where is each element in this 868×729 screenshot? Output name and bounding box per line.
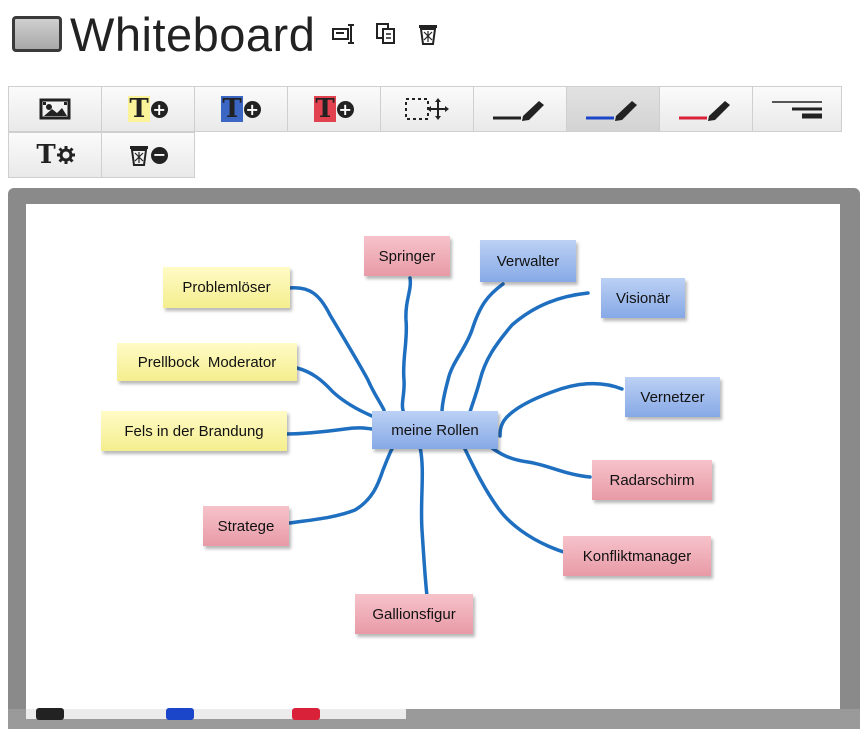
note-stratege[interactable]: Stratege: [203, 506, 289, 546]
connector-konfliktmanager: [462, 445, 566, 554]
connector-visionaer: [468, 291, 590, 414]
marker-tray-ledge: [26, 709, 406, 719]
blue-marker-icon[interactable]: [166, 708, 194, 720]
note-springer[interactable]: Springer: [364, 236, 450, 276]
note-meine-rollen[interactable]: meine Rollen: [372, 411, 498, 449]
note-gallionsfigur[interactable]: Gallionsfigur: [355, 594, 473, 634]
connector-prellbock: [295, 366, 374, 418]
black-marker-icon[interactable]: [36, 708, 64, 720]
connector-springer: [400, 276, 413, 415]
connector-stratege: [288, 445, 395, 525]
connector-vernetzer: [498, 381, 624, 438]
note-radarschirm[interactable]: Radarschirm: [592, 460, 712, 500]
connector-radarschirm: [485, 442, 592, 479]
red-marker-icon[interactable]: [292, 708, 320, 720]
note-vernetzer[interactable]: Vernetzer: [625, 377, 720, 417]
note-visionaer[interactable]: Visionär: [601, 278, 685, 318]
note-prellbock-moderator[interactable]: Prellbock Moderator: [117, 343, 297, 381]
note-problemloeser[interactable]: Problemlöser: [163, 267, 290, 308]
note-konfliktmanager[interactable]: Konfliktmanager: [563, 536, 711, 576]
note-fels-in-der-brandung[interactable]: Fels in der Brandung: [101, 411, 287, 451]
connector-gallionsfigur: [418, 445, 429, 598]
note-verwalter[interactable]: Verwalter: [480, 240, 576, 282]
connector-fels: [284, 426, 374, 436]
connector-problemloeser: [287, 286, 386, 412]
